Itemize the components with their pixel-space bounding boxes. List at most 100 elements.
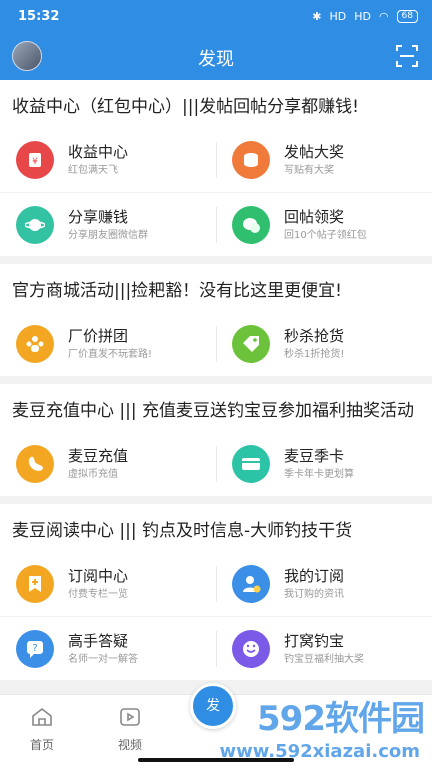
group-icon <box>16 325 54 363</box>
feature-text: 麦豆季卡季卡年卡更划算 <box>284 446 354 482</box>
feature-item[interactable]: ¥ 收益中心红包满天飞 <box>0 128 216 192</box>
feature-item[interactable]: 回帖领奖回10个帖子领红包 <box>216 193 432 256</box>
watermark-logo: 592软件园 <box>257 699 425 739</box>
app-header: 发现 <box>0 34 432 80</box>
section-2: 麦豆充值中心 ||| 充值麦豆送钓宝豆参加福利抽奖活动麦豆充值虚拟币充值 麦豆季卡… <box>0 384 432 496</box>
feature-text: 我的订阅我订购的资讯 <box>284 566 344 602</box>
feature-text: 厂价拼团厂价直发不玩套路! <box>68 326 152 362</box>
nav-center-label: 发 <box>206 698 220 714</box>
feature-subtitle: 付费专栏一览 <box>68 589 128 600</box>
page-title: 发现 <box>198 49 234 70</box>
feature-item[interactable]: 厂价拼团厂价直发不玩套路! <box>0 312 216 376</box>
feature-item[interactable]: 发帖大奖 写贴有大奖 <box>216 128 432 192</box>
nav-home-label: 首页 <box>29 738 54 752</box>
feature-text: 回帖领奖回10个帖子领红包 <box>284 207 367 243</box>
feature-name: 厂价拼团 <box>68 327 129 345</box>
section-1: 官方商城活动|||捡耙豁！没有比这里更便宜! 厂价拼团 厂价直发不玩套路! 秒杀抢货秒… <box>0 264 432 376</box>
feature-item[interactable]: 分享赚钱分享朋友圈微信群 <box>0 193 216 256</box>
nav-home[interactable]: 首页 <box>12 705 72 753</box>
feature-row: 厂价拼团厂价直发不玩套路! 秒杀抢货秒杀1折抢货! <box>0 312 432 376</box>
feature-name: 高手答疑 <box>68 631 129 650</box>
feature-subtitle: 钓宝豆福利抽大奖 <box>284 653 364 665</box>
section-title: 麦豆阅读中心 ||| 钓点及时信息-大师钓技干货 <box>12 521 353 541</box>
bluetooth-icon: ✱ <box>312 10 322 23</box>
question-chat-icon: ? <box>16 629 54 668</box>
feature-row: ? 高手答疑名师一对一解答 打窝钓宝钓宝豆福利抽大奖 <box>0 616 432 680</box>
feature-name: 我的订阅 <box>284 567 345 585</box>
feature-item[interactable]: 打窝钓宝钓宝豆福利抽大奖 <box>216 617 432 680</box>
signal-icon-2: HD <box>354 10 371 23</box>
bean-icon <box>16 445 54 483</box>
feature-row: 分享赚钱分享朋友圈微信群 回帖领奖回10个帖子领红包 <box>0 192 432 256</box>
feature-item[interactable]: ? 高手答疑名师一对一解答 <box>0 617 216 680</box>
feature-subtitle: 秒杀1折抢货! <box>284 349 345 360</box>
status-time: 15:32 <box>18 9 60 24</box>
video-icon <box>120 708 140 726</box>
feature-item[interactable]: 我的订阅我订购的资讯 <box>216 552 432 616</box>
feature-text: 麦豆充值 虚拟币充值 <box>68 446 128 482</box>
tag-icon <box>232 325 270 363</box>
feature-item[interactable]: 订阅中心付费专栏一览 <box>0 552 216 616</box>
nav-center-button[interactable]: 发 <box>190 683 236 729</box>
feature-subtitle: 回10个帖子领红包 <box>284 229 367 241</box>
sparkle-face-icon <box>232 629 270 668</box>
home-indicator <box>138 758 294 762</box>
nav-video[interactable]: 视频 <box>100 705 160 753</box>
feature-text: 收益中心 红包满天飞 <box>68 142 128 178</box>
wallet-icon: ¥ <box>16 141 54 179</box>
nav-video-label: 视频 <box>117 738 142 752</box>
feature-text: 订阅中心付费专栏一览 <box>68 566 128 602</box>
feature-name: 秒杀抢货 <box>284 327 345 345</box>
scan-icon <box>396 45 418 67</box>
feature-name: 打窝钓宝 <box>284 631 345 650</box>
status-icons: ✱ HD HD ◠ 68 <box>312 10 418 23</box>
feature-subtitle: 名师一对一解答 <box>68 653 138 665</box>
coin-stack-icon <box>232 141 270 179</box>
feature-name: 收益中心 <box>68 143 129 161</box>
feature-subtitle: 写贴有大奖 <box>284 165 334 176</box>
battery-indicator: 68 <box>396 10 418 23</box>
bottom-nav: 首页 视频 发 592软件园 www.592xiazai.com <box>0 683 432 768</box>
section-3: 麦豆阅读中心 ||| 钓点及时信息-大师钓技干货订阅中心付费专栏一览 我的订阅我订… <box>0 504 432 680</box>
signal-icon-1: HD <box>329 10 347 23</box>
feature-text: 分享赚钱分享朋友圈微信群 <box>68 207 148 243</box>
discover-content: 收益中心（红包中心）|||发帖回帖分享都赚钱! ¥ 收益中心红包满天飞 发帖大奖写贴有… <box>0 80 432 694</box>
feature-item[interactable]: 秒杀抢货秒杀1折抢货! <box>216 312 432 376</box>
section-title: 麦豆充值中心 ||| 充值麦豆送钓宝豆参加福利抽奖活动 <box>12 401 414 421</box>
feature-subtitle: 我订购的资讯 <box>284 589 344 600</box>
feature-row: 订阅中心付费专栏一览 我的订阅我订购的资讯 <box>0 552 432 616</box>
svg-text:¥: ¥ <box>32 157 38 167</box>
feature-name: 分享赚钱 <box>68 207 129 226</box>
user-add-icon <box>232 565 270 603</box>
wifi-icon: ◠ <box>378 10 389 23</box>
bookmark-add-icon <box>16 565 54 603</box>
section-title: 官方商城活动|||捡耙豁！没有比这里更便宜! <box>12 281 342 301</box>
feature-name: 麦豆季卡 <box>284 447 345 465</box>
feature-subtitle: 分享朋友圈微信群 <box>68 229 148 241</box>
feature-text: 高手答疑名师一对一解答 <box>68 631 138 667</box>
feature-subtitle: 虚拟币充值 <box>68 469 118 480</box>
feature-text: 秒杀抢货秒杀1折抢货! <box>284 326 344 362</box>
scan-button[interactable] <box>394 43 420 69</box>
status-bar: 15:32 ✱ HD HD ◠ 68 <box>0 0 432 34</box>
feature-row: ¥ 收益中心红包满天飞 发帖大奖写贴有大奖 <box>0 128 432 192</box>
feature-name: 订阅中心 <box>68 567 129 585</box>
feature-text: 发帖大奖 写贴有大奖 <box>284 142 344 178</box>
card-icon <box>232 445 270 483</box>
planet-icon <box>16 205 54 244</box>
feature-name: 麦豆充值 <box>68 447 129 465</box>
home-icon <box>32 707 52 726</box>
feature-subtitle: 季卡年卡更划算 <box>284 469 354 480</box>
feature-name: 发帖大奖 <box>284 143 345 161</box>
feature-subtitle: 厂价直发不玩套路! <box>68 349 153 360</box>
feature-name: 回帖领奖 <box>284 207 345 226</box>
feature-item[interactable]: 麦豆季卡季卡年卡更划算 <box>216 432 432 496</box>
feature-item[interactable]: 麦豆充值 虚拟币充值 <box>0 432 216 496</box>
section-0: 收益中心（红包中心）|||发帖回帖分享都赚钱! ¥ 收益中心红包满天飞 发帖大奖写贴有… <box>0 80 432 256</box>
section-title: 收益中心（红包中心）|||发帖回帖分享都赚钱! <box>12 97 359 117</box>
chat-bubbles-icon <box>232 205 270 244</box>
feature-text: 打窝钓宝钓宝豆福利抽大奖 <box>284 631 364 667</box>
feature-subtitle: 红包满天飞 <box>68 165 118 176</box>
feature-row: 麦豆充值虚拟币充值 麦豆季卡季卡年卡更划算 <box>0 432 432 496</box>
svg-text:?: ? <box>32 643 37 654</box>
